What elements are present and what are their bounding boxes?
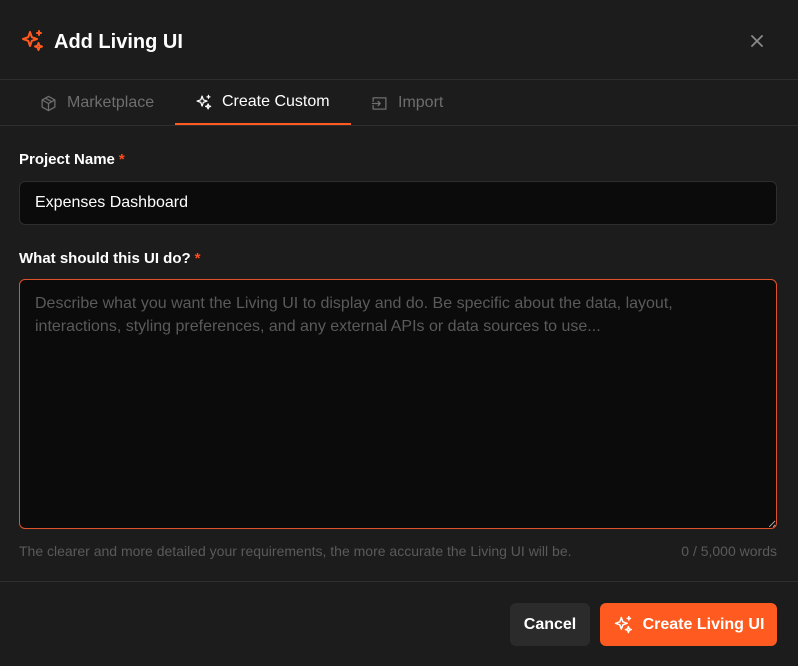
required-marker: *: [118, 151, 125, 168]
sparkles-icon: [22, 30, 43, 51]
dialog-title: Add Living UI: [54, 31, 183, 53]
tab-bar: Marketplace Create Custom Import: [0, 81, 798, 126]
requirements-hint: The clearer and more detailed your requi…: [19, 543, 572, 559]
close-icon[interactable]: [747, 31, 767, 51]
dialog-footer: Cancel Create Living UI: [0, 581, 798, 666]
cancel-button[interactable]: Cancel: [510, 603, 590, 646]
sparkles-icon: [614, 615, 632, 633]
add-living-ui-dialog: Add Living UI Marketplace Create Custom: [0, 0, 798, 666]
tab-create-custom-label: Create Custom: [222, 93, 330, 110]
required-marker: *: [194, 250, 201, 267]
tab-marketplace[interactable]: Marketplace: [20, 81, 174, 125]
tab-marketplace-label: Marketplace: [67, 94, 155, 111]
sparkles-icon: [196, 94, 212, 110]
tab-import-label: Import: [398, 94, 444, 111]
word-counter: 0 / 5,000 words: [681, 543, 777, 559]
import-icon: [371, 96, 387, 110]
project-name-input[interactable]: [19, 181, 777, 225]
dialog-header: Add Living UI: [0, 0, 798, 80]
description-label: What should this UI do? *: [19, 250, 201, 267]
project-name-label: Project Name *: [19, 151, 125, 168]
tab-import[interactable]: Import: [351, 81, 463, 125]
package-icon: [41, 95, 56, 111]
tab-create-custom[interactable]: Create Custom: [175, 81, 351, 125]
description-textarea[interactable]: [19, 279, 777, 529]
create-living-ui-button[interactable]: Create Living UI: [600, 603, 777, 646]
